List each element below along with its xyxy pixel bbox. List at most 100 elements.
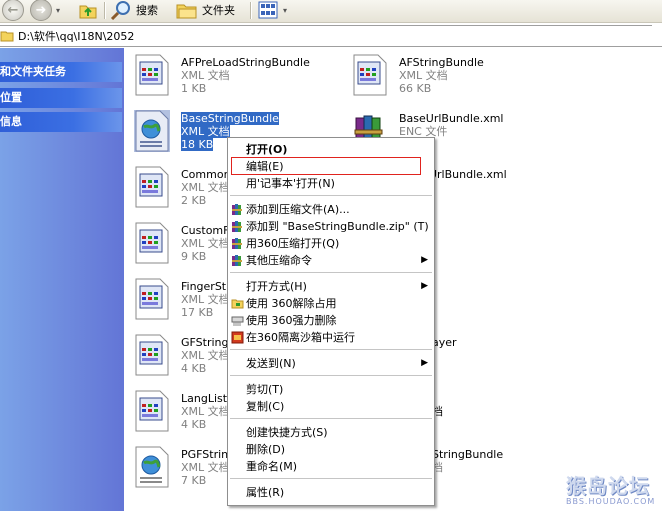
submenu-arrow-icon: ▶ bbox=[421, 255, 428, 265]
xml-doc-icon bbox=[135, 278, 169, 320]
xml-globe-icon bbox=[135, 446, 169, 488]
file-item[interactable]: AFPreLoadStringBundle XML 文档 1 KB bbox=[134, 54, 334, 102]
submenu-arrow-icon: ▶ bbox=[421, 281, 428, 291]
file-size: 4 KB bbox=[181, 418, 207, 431]
file-size: 7 KB bbox=[181, 474, 207, 487]
winrar-icon bbox=[232, 221, 242, 232]
folder-icon bbox=[176, 4, 197, 19]
toolbar-separator bbox=[250, 2, 252, 19]
xml-doc-icon bbox=[135, 222, 169, 264]
sidebar-header-details[interactable]: 信息 bbox=[0, 112, 122, 132]
file-name: BaseStringBundle bbox=[181, 112, 279, 125]
file-size: 4 KB bbox=[181, 362, 207, 375]
file-size: 1 KB bbox=[181, 82, 207, 95]
up-folder-button[interactable] bbox=[78, 0, 98, 20]
file-name: LangList bbox=[181, 392, 228, 405]
file-type: XML 文档 bbox=[181, 405, 230, 418]
menu-separator bbox=[230, 375, 432, 376]
winrar-icon bbox=[232, 255, 242, 266]
menu-separator bbox=[230, 272, 432, 273]
file-name: StringBundle bbox=[432, 448, 504, 461]
toolbar-separator bbox=[104, 2, 106, 19]
menu-separator bbox=[230, 418, 432, 419]
file-name: ayer bbox=[432, 336, 457, 349]
xml-doc-icon bbox=[135, 166, 169, 208]
file-size: 17 KB bbox=[181, 306, 214, 319]
menu-item-add-archive[interactable]: 添加到压缩文件(A)... bbox=[228, 201, 434, 218]
menu-separator bbox=[230, 478, 432, 479]
folders-label: 文件夹 bbox=[202, 4, 235, 17]
file-type: XML 文档 bbox=[399, 69, 448, 82]
search-icon bbox=[110, 1, 130, 20]
file-type: XML 文档 bbox=[181, 237, 230, 250]
file-size: 66 KB bbox=[399, 82, 432, 95]
file-name: FingerStri bbox=[181, 280, 234, 293]
menu-item-delete[interactable]: 删除(D) bbox=[228, 441, 434, 458]
file-size: 9 KB bbox=[181, 250, 207, 263]
back-button[interactable]: ← bbox=[2, 0, 24, 21]
watermark-url: BBS.HOUDAO.COM bbox=[566, 497, 656, 506]
address-bar[interactable]: D:\软件\qq\I18N\2052 bbox=[0, 25, 662, 47]
menu-item-edit[interactable]: 编辑(E) bbox=[228, 158, 434, 175]
menu-item-create-shortcut[interactable]: 创建快捷方式(S) bbox=[228, 424, 434, 441]
watermark-logo: 猴岛论坛 bbox=[566, 474, 650, 498]
file-type: XML 文档 bbox=[181, 349, 230, 362]
menu-separator bbox=[230, 349, 432, 350]
unlock-folder-icon bbox=[231, 299, 244, 309]
xml-doc-icon bbox=[135, 334, 169, 376]
sidebar-header-file-tasks[interactable]: 和文件夹任务 bbox=[0, 62, 122, 82]
file-size: 18 KB bbox=[181, 138, 214, 151]
menu-item-properties[interactable]: 属性(R) bbox=[228, 484, 434, 501]
file-name: BaseUrlBundle.xml bbox=[399, 112, 504, 125]
xml-doc-icon bbox=[353, 54, 387, 96]
sidebar-header-places[interactable]: 位置 bbox=[0, 88, 122, 108]
menu-item-add-zip[interactable]: 添加到 "BaseStringBundle.zip" (T) bbox=[228, 218, 434, 235]
address-path: D:\软件\qq\I18N\2052 bbox=[18, 30, 135, 43]
xml-doc-icon bbox=[135, 390, 169, 432]
file-type: XML 文档 bbox=[181, 125, 230, 138]
dropdown-icon: ▾ bbox=[283, 5, 288, 15]
task-pane: 和文件夹任务 位置 信息 bbox=[0, 48, 124, 511]
file-name: AFStringBundle bbox=[399, 56, 484, 69]
context-menu: 打开(O) 编辑(E) 用'记事本'打开(N) 添加到压缩文件(A)... 添加… bbox=[227, 137, 435, 506]
folder-icon bbox=[0, 31, 14, 42]
menu-item-360-shred[interactable]: 使用 360强力删除 bbox=[228, 312, 434, 329]
file-type: XML 文档 bbox=[181, 461, 230, 474]
menu-separator bbox=[230, 195, 432, 196]
menu-item-cut[interactable]: 剪切(T) bbox=[228, 381, 434, 398]
sandbox-icon bbox=[231, 331, 244, 344]
winrar-icon bbox=[232, 238, 242, 249]
file-type: XML 文档 bbox=[181, 181, 230, 194]
file-item[interactable]: AFStringBundle XML 文档 66 KB bbox=[352, 54, 552, 102]
file-name: AFPreLoadStringBundle bbox=[181, 56, 310, 69]
up-folder-icon bbox=[79, 5, 97, 19]
dropdown-icon: ▾ bbox=[56, 5, 61, 15]
menu-item-360-unlock[interactable]: 使用 360解除占用 bbox=[228, 295, 434, 312]
menu-item-open[interactable]: 打开(O) bbox=[228, 141, 434, 158]
file-size: 2 KB bbox=[181, 194, 207, 207]
submenu-arrow-icon: ▶ bbox=[421, 358, 428, 368]
folders-button[interactable]: 文件夹 bbox=[176, 0, 235, 20]
xml-globe-icon bbox=[134, 110, 170, 152]
menu-item-open-notepad[interactable]: 用'记事本'打开(N) bbox=[228, 175, 434, 192]
forward-button[interactable]: ➜ ▾ bbox=[30, 0, 61, 21]
menu-item-copy[interactable]: 复制(C) bbox=[228, 398, 434, 415]
winrar-icon bbox=[232, 204, 242, 215]
menu-item-360-sandbox[interactable]: 在360隔离沙箱中运行 bbox=[228, 329, 434, 346]
menu-item-open-with[interactable]: 打开方式(H) ▶ bbox=[228, 278, 434, 295]
forward-arrow-icon: ➜ bbox=[30, 0, 52, 21]
shred-icon bbox=[231, 316, 244, 326]
views-button[interactable]: ▾ bbox=[257, 0, 287, 20]
file-type: XML 文档 bbox=[181, 293, 230, 306]
back-arrow-icon: ← bbox=[2, 0, 24, 21]
search-button[interactable]: 搜索 bbox=[110, 0, 158, 20]
menu-item-open-360zip[interactable]: 用360压缩打开(Q) bbox=[228, 235, 434, 252]
search-label: 搜索 bbox=[136, 4, 158, 17]
address-dropdown[interactable] bbox=[652, 25, 662, 45]
menu-item-other-compress[interactable]: 其他压缩命令 ▶ bbox=[228, 252, 434, 269]
toolbar: ← ➜ ▾ 搜索 文件夹 ▾ bbox=[0, 0, 662, 23]
file-type: XML 文档 bbox=[181, 69, 230, 82]
menu-item-rename[interactable]: 重命名(M) bbox=[228, 458, 434, 475]
menu-item-send-to[interactable]: 发送到(N) ▶ bbox=[228, 355, 434, 372]
views-grid-icon bbox=[258, 1, 278, 19]
